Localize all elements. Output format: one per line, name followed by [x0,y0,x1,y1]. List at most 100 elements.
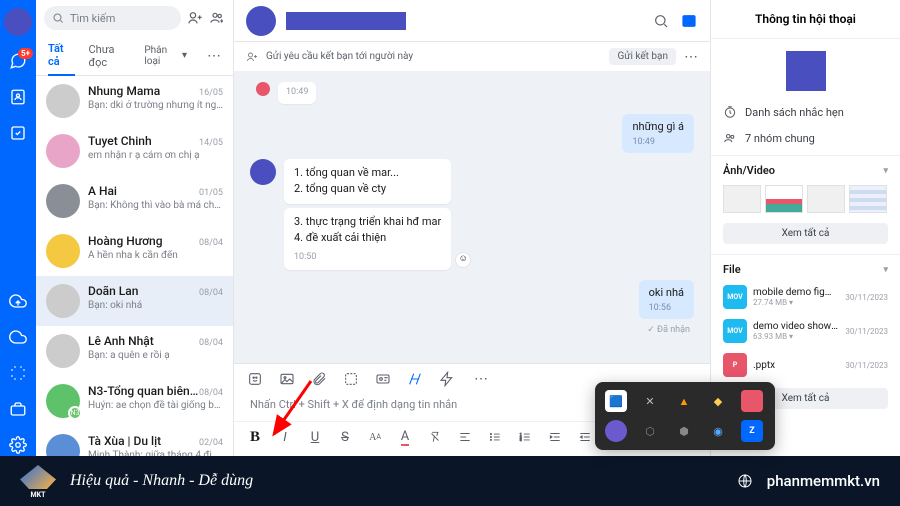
view-all-media-button[interactable]: Xem tất cả [723,223,888,244]
add-friend-icon[interactable] [187,10,203,26]
conversation-item[interactable]: Lê Anh Nhật08/04 Bạn: a quên e rồi ạ [36,326,233,376]
common-groups-row[interactable]: 7 nhóm chung [711,125,900,151]
file-row[interactable]: MOV mobile demo figma.mov 27.74 MB ▾ 30/… [711,280,900,314]
tray-app-icon[interactable]: ▲ [673,390,695,412]
conv-name: Doãn Lan [88,284,138,298]
bullet-list-button[interactable] [486,428,504,446]
bold-button[interactable]: B [246,428,264,446]
media-thumb[interactable] [765,185,803,213]
footer-site: phanmemmkt.vn [767,472,880,490]
media-thumb[interactable] [849,185,887,213]
align-button[interactable] [456,428,474,446]
tray-app-icon[interactable]: ✕ [639,390,661,412]
message-bubble[interactable]: 3. thực trạng triển khai hđ mar 4. đề xu… [284,208,451,271]
create-group-icon[interactable] [209,10,225,26]
format-toggle-icon[interactable] [406,370,424,388]
header-search-icon[interactable] [652,12,670,30]
conversation-item[interactable]: ✓ Tà Xùa | Du lịt02/04 Minh Thành: giữa … [36,426,233,456]
tab-unread[interactable]: Chưa đọc [89,37,131,75]
outdent-button[interactable] [576,428,594,446]
file-size: 27.74 MB ▾ [753,298,839,307]
underline-button[interactable]: U [306,428,324,446]
info-avatar[interactable] [786,51,826,91]
toolbox-icon[interactable] [7,398,29,420]
message-bubble[interactable]: 1. tổng quan về mar... 2. tổng quan về c… [284,159,451,204]
tray-app-icon[interactable]: 🟦 [605,390,627,412]
contacts-nav-icon[interactable] [7,86,29,108]
color-button[interactable]: A [396,428,414,446]
composer-more-icon[interactable]: ⋯ [474,371,488,387]
chat-avatar[interactable] [246,6,276,36]
cloud-upload-icon[interactable] [7,290,29,312]
conv-preview: Bạn: a quên e rồi ạ [88,350,223,361]
quick-message-icon[interactable] [438,370,456,388]
message-bubble-own[interactable]: những gì á 10:49 [622,114,694,153]
tray-app-icon[interactable]: ◆ [707,390,729,412]
search-input[interactable]: Tìm kiếm [44,6,181,30]
conv-time: 14/05 [199,138,223,148]
tab-all[interactable]: Tất cả [48,36,75,76]
send-friend-request-button[interactable]: Gửi kết bạn [609,48,676,65]
sticker-icon[interactable] [246,370,264,388]
file-size: 63.93 MB ▾ [753,332,839,341]
react-emoji-button[interactable]: ☺ [455,252,471,268]
settings-icon[interactable] [7,434,29,456]
tray-app-icon[interactable] [605,420,627,442]
numbered-list-button[interactable]: 123 [516,428,534,446]
conversation-item[interactable]: A Hai01/05 Bạn: Không thì vào bà má chụp [36,176,233,226]
file-row[interactable]: P .pptx 30/11/2023 [711,348,900,382]
attach-icon[interactable] [310,370,328,388]
conv-avatar [46,334,80,368]
tray-app-icon[interactable]: ⬢ [673,420,695,442]
conv-preview: Bạn: Không thì vào bà má chụp [88,200,223,211]
conv-preview: em nhận r ạ cám ơn chị ạ [88,150,223,161]
screenshot-icon[interactable] [7,362,29,384]
conversation-item[interactable]: Nhung Mama16/05 Bạn: dki ở trường nhưng … [36,76,233,126]
conv-preview: A hền nha k cần đến [88,250,223,261]
tray-app-icon[interactable] [741,390,763,412]
image-icon[interactable] [278,370,296,388]
tabs-more-icon[interactable]: ⋯ [207,48,221,64]
message-bubble-own[interactable]: oki nhá 10:56 [639,280,694,319]
conversation-item[interactable]: Doãn Lan08/04 Bạn: oki nhá [36,276,233,326]
conversation-item[interactable]: Tuyet Chinh14/05 em nhận r ạ cám ơn chị … [36,126,233,176]
msg-avatar [250,159,276,185]
chat-nav-icon[interactable]: 5+ [7,50,29,72]
strike-button[interactable]: S [336,428,354,446]
file-type-icon: MOV [723,319,747,343]
todo-nav-icon[interactable] [7,122,29,144]
conversation-item[interactable]: N3 N3-Tổng quan biên tập web08/04 Huýn: … [36,376,233,426]
screenshot-compose-icon[interactable] [342,370,360,388]
clear-format-button[interactable] [426,428,444,446]
tray-app-icon[interactable]: ⬡ [639,420,661,442]
italic-button[interactable]: I [276,428,294,446]
msg-text: 4. đề xuất cải thiện [294,230,441,247]
message-bubble[interactable]: 10:49 [278,82,316,104]
file-row[interactable]: MOV demo video show figma.mov 63.93 MB ▾… [711,314,900,348]
file-section-header[interactable]: File▾ [711,254,900,280]
indent-button[interactable] [546,428,564,446]
conv-time: 08/04 [199,238,223,248]
file-date: 30/11/2023 [845,327,888,336]
reminders-row[interactable]: Danh sách nhắc hẹn [711,99,900,125]
msg-timestamp: 10:50 [294,251,441,265]
card-icon[interactable] [374,370,392,388]
globe-icon [737,473,753,489]
friend-bar-more-icon[interactable]: ⋯ [684,49,698,65]
user-avatar[interactable] [4,8,32,36]
toggle-info-panel-icon[interactable] [680,12,698,30]
conversation-item[interactable]: Hoàng Hương08/04 A hền nha k cần đến [36,226,233,276]
heading-button[interactable]: AA [366,428,384,446]
app-tray[interactable]: 🟦 ✕ ▲ ◆ ⬡ ⬢ ◉ Z [595,382,775,450]
msg-text: oki nhá [649,286,684,299]
media-thumb[interactable] [807,185,845,213]
tray-app-icon[interactable]: Z [741,420,763,442]
cloud-icon[interactable] [7,326,29,348]
conv-time: 08/04 [199,338,223,348]
tray-app-icon[interactable]: ◉ [707,420,729,442]
seen-status: ✓ Đã nhận [250,325,694,335]
media-section-header[interactable]: Ảnh/Video▾ [711,155,900,181]
sort-dropdown[interactable]: Phân loại ▾ [144,45,187,67]
msg-timestamp: 10:49 [632,137,684,147]
media-thumb[interactable] [723,185,761,213]
